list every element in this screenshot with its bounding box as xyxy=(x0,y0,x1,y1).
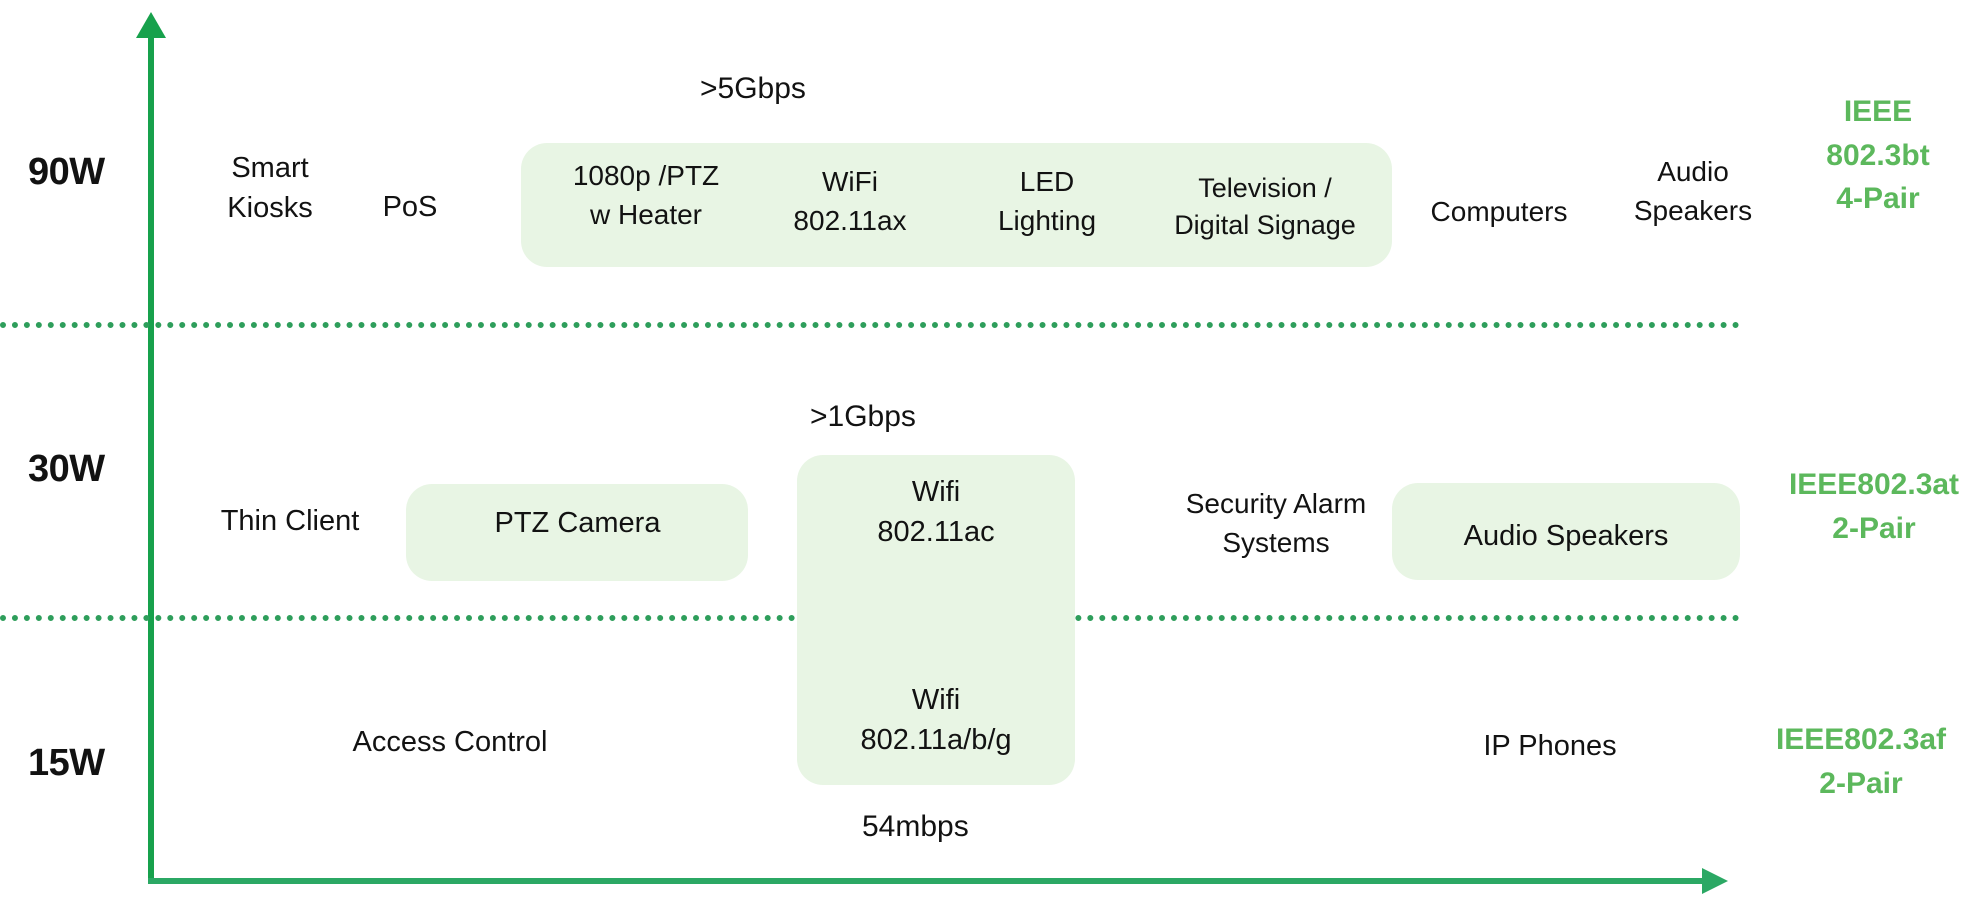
device-label-line1: 1080p /PTZ xyxy=(572,160,720,191)
device-wifi-80211ac: Wifi 802.11ac xyxy=(810,472,1062,552)
device-label-line2: Lighting xyxy=(997,204,1097,236)
device-label-line2: Systems xyxy=(1222,526,1330,558)
device-label-line1: Security Alarm xyxy=(1185,488,1367,519)
device-label-line1: Audio xyxy=(1657,156,1729,187)
device-security-alarm-systems: Security Alarm Systems xyxy=(1132,485,1420,562)
device-led-lighting: LED Lighting xyxy=(963,163,1131,240)
power-axis-line xyxy=(148,30,154,884)
device-label-line1: PTZ Camera xyxy=(494,507,661,539)
device-ptz-camera: PTZ Camera xyxy=(425,503,730,543)
tier-watt-label-90w: 90W xyxy=(28,151,105,193)
poe-power-tier-diagram: 90W >5Gbps Smart Kiosks PoS 1080p /PTZ w… xyxy=(0,0,1982,901)
tier-divider-90w-30w xyxy=(0,322,1740,328)
bandwidth-axis-line xyxy=(148,878,1708,884)
standard-line2: 2-Pair xyxy=(1832,511,1916,545)
device-label-line1: PoS xyxy=(382,191,438,223)
device-label-line2: Speakers xyxy=(1633,194,1753,226)
device-label-line1: Smart xyxy=(231,152,309,184)
device-smart-kiosks: Smart Kiosks xyxy=(190,148,350,228)
device-access-control: Access Control xyxy=(345,722,555,762)
tier-speed-label-15w: 54mbps xyxy=(862,810,969,843)
standard-label-30w: IEEE802.3at 2-Pair xyxy=(1760,463,1982,550)
tier-speed-label-30w: >1Gbps xyxy=(810,400,916,433)
standard-label-90w: IEEE 802.3bt 4-Pair xyxy=(1783,90,1973,221)
device-thin-client: Thin Client xyxy=(190,501,390,541)
standard-label-15w: IEEE802.3af 2-Pair xyxy=(1742,718,1980,805)
device-label-line1: Computers xyxy=(1430,196,1568,227)
power-axis-arrow-icon xyxy=(136,12,166,38)
device-label-line2: 802.11ac xyxy=(877,516,995,549)
device-label-line1: WiFi xyxy=(822,166,878,197)
device-label-line2: w Heater xyxy=(589,198,703,230)
device-wifi-80211abg: Wifi 802.11a/b/g xyxy=(810,680,1062,760)
device-label-line2: Kiosks xyxy=(227,192,313,225)
standard-line3: 4-Pair xyxy=(1836,182,1920,215)
device-label-line1: Wifi xyxy=(911,476,961,508)
device-wifi-80211ax: WiFi 802.11ax xyxy=(760,163,940,240)
device-label-line1: IP Phones xyxy=(1483,730,1617,762)
device-camera-1080p-ptz: 1080p /PTZ w Heater xyxy=(546,157,746,234)
standard-line1: IEEE802.3at xyxy=(1788,468,1960,501)
device-label-line1: Wifi xyxy=(911,684,961,716)
standard-line2: 2-Pair xyxy=(1819,766,1903,800)
standard-line1: IEEE xyxy=(1843,95,1913,128)
standard-line2: 802.3bt xyxy=(1826,138,1930,172)
device-label-line1: Thin Client xyxy=(220,505,360,537)
device-pos: PoS xyxy=(350,187,470,227)
standard-line1: IEEE802.3af xyxy=(1775,723,1947,756)
device-label-line1: Television / xyxy=(1198,173,1332,203)
device-label-line1: Access Control xyxy=(352,726,548,758)
device-label-line1: Audio Speakers xyxy=(1463,520,1669,552)
device-label-line2: Digital Signage xyxy=(1174,210,1356,241)
bandwidth-axis-arrow-icon xyxy=(1702,868,1728,894)
device-label-line1: LED xyxy=(1019,166,1075,197)
device-label-line2: 802.11ax xyxy=(793,204,907,236)
device-label-line2: 802.11a/b/g xyxy=(860,724,1012,757)
device-computers: Computers xyxy=(1404,193,1594,232)
device-television-digital-signage: Television / Digital Signage xyxy=(1149,170,1381,245)
tier-watt-label-15w: 15W xyxy=(28,742,105,784)
device-ip-phones: IP Phones xyxy=(1450,726,1650,766)
tier-speed-label-90w: >5Gbps xyxy=(700,72,806,105)
tier-watt-label-30w: 30W xyxy=(28,448,105,490)
device-audio-speakers-90w: Audio Speakers xyxy=(1603,153,1783,230)
device-audio-speakers-30w: Audio Speakers xyxy=(1410,516,1722,556)
